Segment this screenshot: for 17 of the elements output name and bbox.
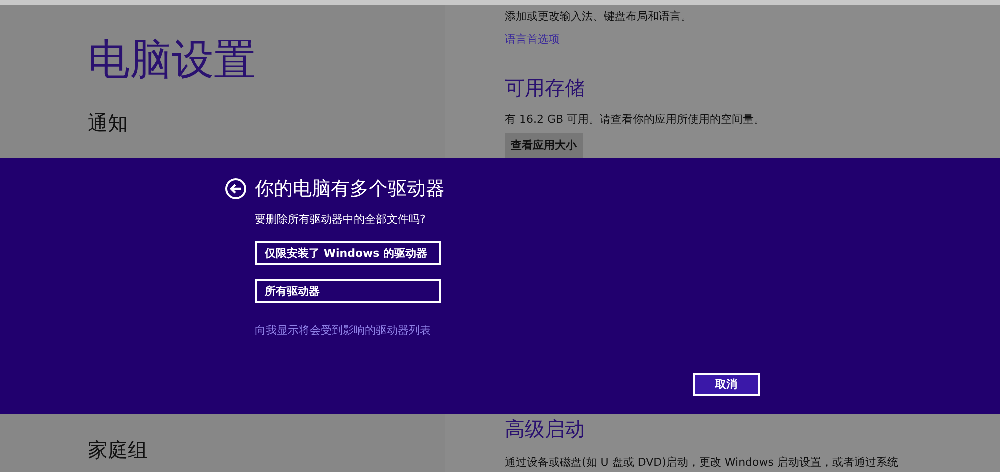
description-text: 通过设备或磁盘(如 U 盘或 DVD)启动，更改 Windows 启动设置，或者通过系统 (505, 455, 900, 470)
section-heading: 高级启动 (505, 416, 586, 443)
option-button[interactable]: 所有驱动器 (255, 279, 441, 303)
view-app-sizes-button[interactable]: 查看应用大小 (505, 133, 583, 158)
description-text: 有 16.2 GB 可用。请查看你的应用所使用的空间量。 (505, 112, 766, 127)
page-title: 电脑设置 (88, 37, 257, 84)
affected-drives-link[interactable]: 向我显示将会受到影响的驱动器列表 (255, 323, 445, 338)
section-heading: 可用存储 (505, 75, 586, 102)
option-button[interactable]: 仅限安装了 Windows 的驱动器 (255, 241, 441, 265)
nav-item[interactable]: 家庭组 (88, 438, 445, 462)
back-icon[interactable] (225, 178, 247, 200)
dialog-question: 要删除所有驱动器中的全部文件吗? (255, 212, 427, 227)
cancel-button[interactable]: 取消 (693, 373, 760, 396)
description-text: 添加或更改输入法、键盘布局和语言。 (505, 9, 693, 24)
nav-item[interactable]: 通知 (88, 111, 445, 136)
language-link[interactable]: 语言首选项 (505, 32, 1000, 47)
dialog-title: 你的电脑有多个驱动器 (255, 177, 445, 202)
